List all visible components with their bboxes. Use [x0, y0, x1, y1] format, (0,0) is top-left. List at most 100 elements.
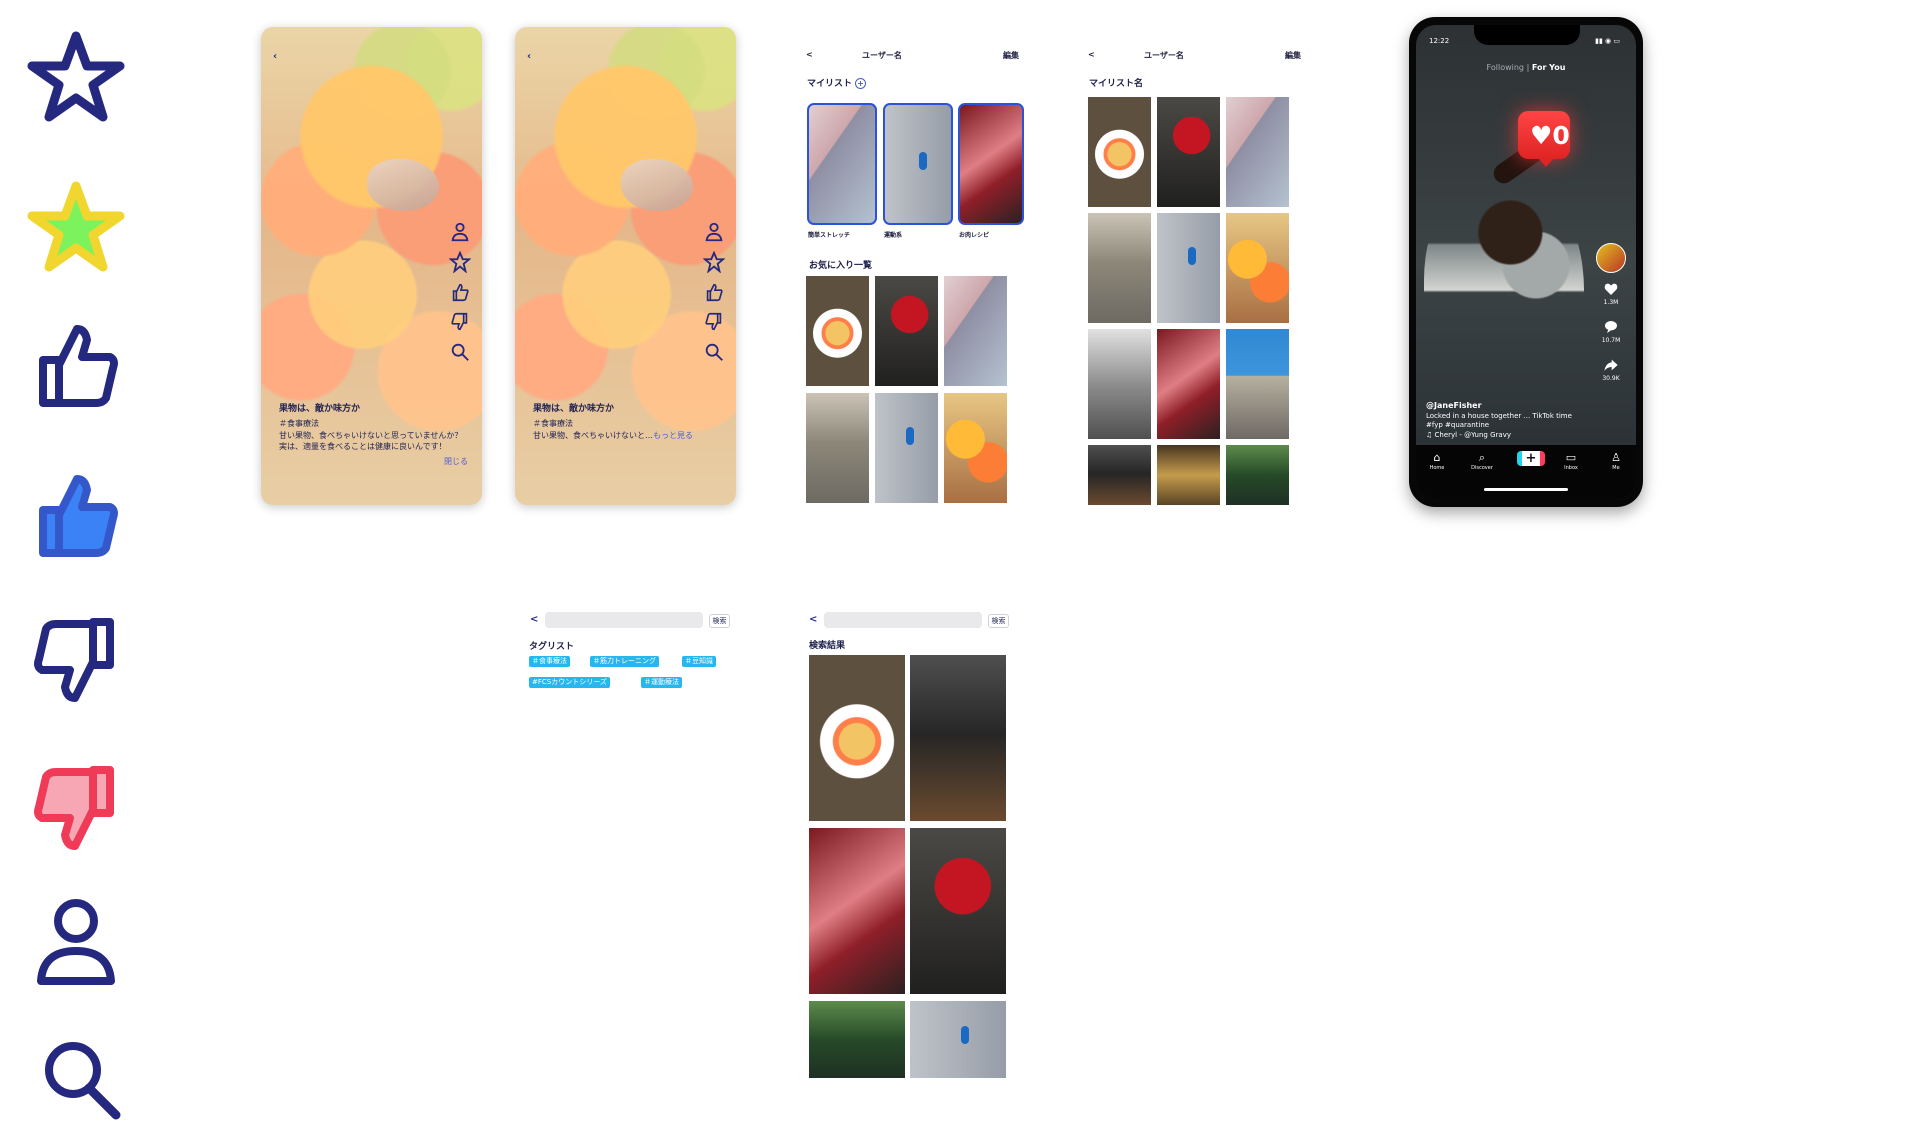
following-tab[interactable]: Following	[1487, 63, 1524, 72]
like-count: 1.3M	[1603, 299, 1619, 306]
tag-chip[interactable]: ＃筋力トレーニング	[590, 656, 659, 667]
search-action-icon[interactable]	[703, 341, 725, 363]
music-icon: ♫	[1426, 430, 1435, 439]
username-title: ユーザー名	[862, 51, 902, 60]
back-button[interactable]: <	[530, 614, 538, 625]
mylist-item-thumb[interactable]	[1226, 445, 1289, 505]
star-filled-icon	[26, 178, 126, 278]
post-body-preview: 甘い果物、食べちゃいけないと…もっと見る	[533, 430, 723, 442]
mylist-item-thumb[interactable]	[1226, 213, 1289, 323]
search-button[interactable]: 検索	[988, 614, 1009, 628]
mylist-item-thumb[interactable]	[1157, 97, 1220, 207]
home-tab-label: Home	[1429, 465, 1445, 471]
tiktok-username[interactable]: @JaneFisher	[1426, 401, 1586, 412]
mylist-label: マイリスト +	[807, 76, 867, 89]
share-icon[interactable]	[1602, 357, 1620, 373]
search-bar: < 検索	[806, 612, 1013, 632]
discover-tab-label: Discover	[1471, 465, 1493, 471]
post-action-icons	[703, 221, 725, 371]
mylist-item-thumb[interactable]	[1088, 445, 1151, 505]
tiktok-screen: 12:22 ▮▮ ◉ ▭ Following | For You ♥0 1.3M…	[1416, 25, 1636, 499]
search-results-label: 検索結果	[809, 641, 846, 651]
tag-chip[interactable]: ＃豆知識	[682, 656, 716, 667]
creator-avatar[interactable]	[1596, 243, 1626, 273]
for-you-tab[interactable]: For You	[1532, 63, 1566, 72]
status-bar: 12:22 ▮▮ ◉ ▭	[1429, 37, 1620, 45]
search-button[interactable]: 検索	[709, 614, 730, 628]
comment-icon[interactable]	[1602, 319, 1620, 335]
edit-button[interactable]: 編集	[1003, 50, 1019, 61]
discover-icon: ⌕	[1478, 451, 1486, 464]
add-mylist-icon[interactable]: +	[855, 78, 867, 89]
mylist-item-thumb[interactable]	[1088, 97, 1151, 207]
dislike-action-icon[interactable]	[703, 311, 725, 333]
favorite-thumb[interactable]	[806, 393, 869, 503]
search-result-thumb[interactable]	[809, 655, 905, 821]
search-results-screen: < 検索 検索結果	[806, 612, 1013, 1078]
star-outline-icon	[26, 28, 126, 128]
back-button[interactable]: <	[806, 50, 813, 59]
share-count: 30.9K	[1602, 375, 1620, 382]
me-tab[interactable]: ♙ Me	[1602, 451, 1630, 471]
mylist-thumb[interactable]	[807, 103, 877, 225]
post-tag[interactable]: ＃食事療法	[533, 418, 723, 430]
music-line[interactable]: ♫ Cheryl - @Yung Gravy	[1426, 431, 1586, 440]
back-button[interactable]: ‹	[273, 51, 277, 62]
thumb-up-filled-icon	[26, 465, 126, 565]
tag-chip[interactable]: ＃食事療法	[529, 656, 570, 667]
inbox-tab[interactable]: ▭ Inbox	[1557, 451, 1585, 471]
search-input[interactable]	[824, 612, 982, 628]
mylist-item-thumb[interactable]	[1226, 329, 1289, 439]
post-title: 果物は、敵か味方か	[533, 404, 615, 414]
tiktok-bottom-nav: ⌂ Home ⌕ Discover + ▭ Inbox ♙ Me	[1416, 445, 1636, 499]
mylist-item-thumb[interactable]	[1157, 329, 1220, 439]
post-body: 甘い果物、食べちゃいけないと思っていませんか？実は、適量を食べることは健康に良い…	[279, 430, 463, 452]
inbox-tab-label: Inbox	[1564, 465, 1578, 471]
search-result-thumb[interactable]	[809, 828, 905, 994]
mylist-caption: 運動系	[884, 232, 903, 239]
favorite-action-icon[interactable]	[703, 251, 725, 273]
close-caption-link[interactable]: 閉じる	[444, 456, 468, 467]
back-button[interactable]: <	[809, 614, 817, 625]
search-result-thumb[interactable]	[910, 655, 1006, 821]
favorite-action-icon[interactable]	[449, 251, 471, 273]
search-result-thumb[interactable]	[910, 828, 1006, 994]
like-action-icon[interactable]	[703, 281, 725, 303]
favorite-thumb[interactable]	[875, 276, 938, 386]
tag-chip[interactable]: #FCSカウントシリーズ	[529, 677, 610, 688]
edit-button[interactable]: 編集	[1285, 50, 1301, 61]
dislike-action-icon[interactable]	[449, 311, 471, 333]
tag-chip[interactable]: ＃運動療法	[641, 677, 682, 688]
discover-tab[interactable]: ⌕ Discover	[1468, 451, 1496, 471]
home-tab[interactable]: ⌂ Home	[1423, 451, 1451, 471]
mylist-item-thumb[interactable]	[1088, 329, 1151, 439]
favorite-thumb[interactable]	[944, 393, 1007, 503]
more-link[interactable]: もっと見る	[653, 431, 693, 440]
post-tag[interactable]: ＃食事療法	[279, 418, 469, 430]
profile-action-icon[interactable]	[703, 221, 725, 243]
search-result-thumb[interactable]	[809, 1001, 905, 1078]
username-title: ユーザー名	[1144, 51, 1184, 60]
favorite-thumb[interactable]	[875, 393, 938, 503]
create-button[interactable]: +	[1517, 451, 1545, 466]
mylist-item-thumb[interactable]	[1088, 213, 1151, 323]
mylist-item-thumb[interactable]	[1226, 97, 1289, 207]
back-button[interactable]: <	[1088, 50, 1095, 59]
favorite-thumb[interactable]	[944, 276, 1007, 386]
favorites-label: お気に入り一覧	[809, 261, 873, 271]
post-caption: 果物は、敵か味方か ＃食事療法 甘い果物、食べちゃいけないと…もっと見る	[533, 403, 723, 441]
back-button[interactable]: ‹	[527, 51, 531, 62]
mylist-item-thumb[interactable]	[1157, 445, 1220, 505]
mylist-item-thumb[interactable]	[1157, 213, 1220, 323]
profile-action-icon[interactable]	[449, 221, 471, 243]
like-action-icon[interactable]	[449, 281, 471, 303]
mylist-detail-screen: < ユーザー名 編集 マイリスト名	[1086, 27, 1306, 505]
search-input[interactable]	[545, 612, 703, 628]
mylist-thumb[interactable]	[958, 103, 1024, 225]
favorite-thumb[interactable]	[806, 276, 869, 386]
mylist-thumb[interactable]	[883, 103, 953, 225]
search-result-thumb[interactable]	[910, 1001, 1006, 1078]
like-icon[interactable]	[1602, 281, 1620, 297]
post-title: 果物は、敵か味方か	[279, 404, 361, 414]
search-action-icon[interactable]	[449, 341, 471, 363]
